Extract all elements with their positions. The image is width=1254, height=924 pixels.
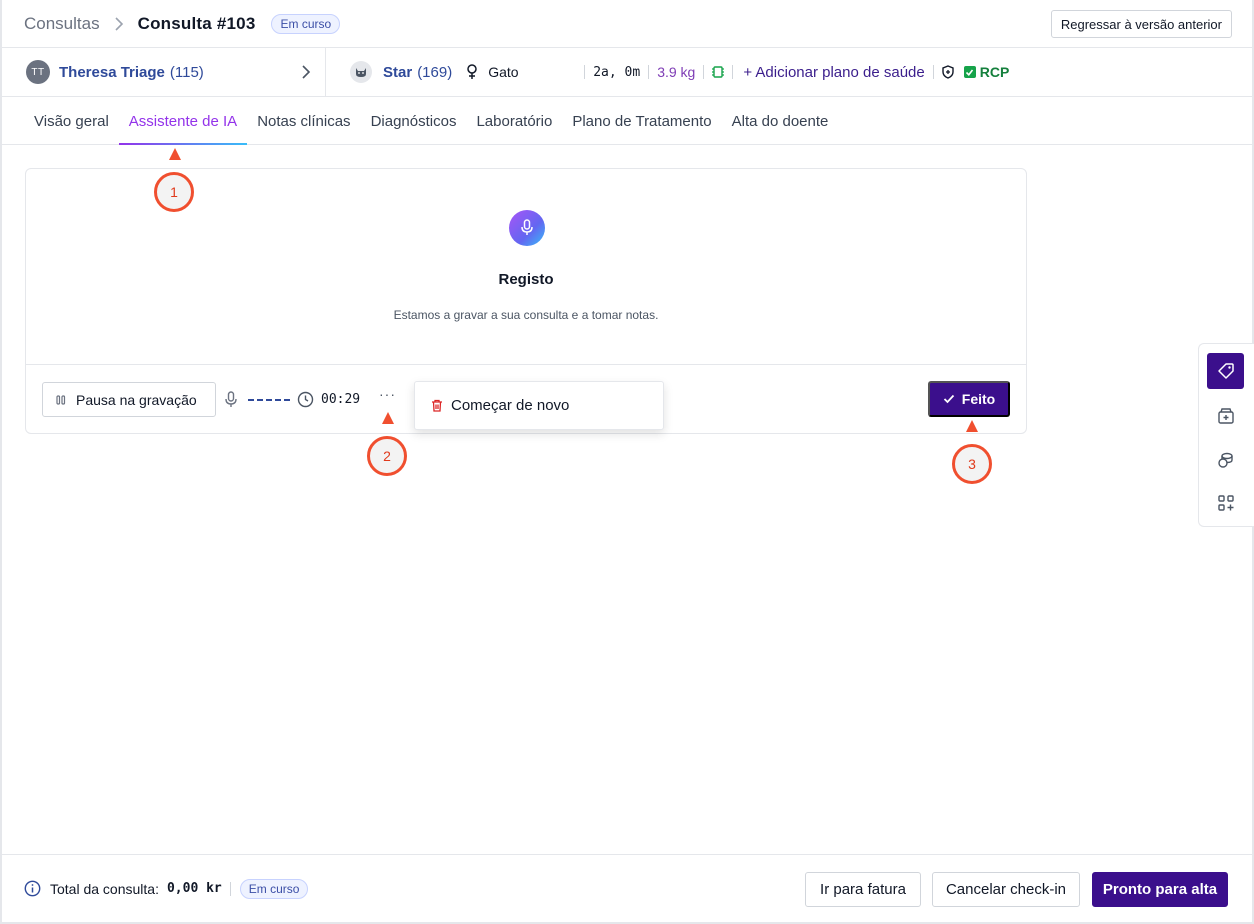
check-icon — [943, 394, 955, 404]
pet-species: Gato — [488, 64, 519, 80]
footer-bar: Total da consulta: 0,00 kr Em curso Ir p… — [2, 854, 1252, 922]
apps-plus-icon[interactable] — [1207, 485, 1244, 521]
divider — [932, 65, 934, 79]
rcp-label[interactable]: RCP — [980, 64, 1010, 80]
breadcrumb-root[interactable]: Consultas — [24, 14, 100, 34]
tab-treatment-plan[interactable]: Plano de Tratamento — [562, 97, 721, 145]
tab-laboratory[interactable]: Laboratório — [466, 97, 562, 145]
microphone-icon — [224, 391, 238, 414]
tab-ai-assistant[interactable]: Assistente de IA — [118, 97, 248, 145]
pause-recording-button[interactable]: Pausa na gravação — [42, 382, 216, 417]
header-bar: Consultas Consulta #103 Em curso Regress… — [2, 0, 1252, 48]
chevron-right-icon — [114, 16, 124, 31]
annotation-marker-2: 2 — [367, 436, 407, 476]
divider — [584, 65, 586, 79]
divider — [229, 881, 231, 896]
check-icon — [963, 66, 976, 78]
revert-version-button[interactable]: Regressar à versão anterior — [1050, 10, 1232, 38]
microphone-icon — [509, 210, 545, 246]
more-options-icon[interactable]: ··· — [379, 386, 396, 402]
coins-icon[interactable] — [1207, 442, 1244, 478]
recording-timer: 00:29 — [321, 392, 361, 407]
ready-for-discharge-button[interactable]: Pronto para alta — [1092, 872, 1228, 907]
patient-bar: TT Theresa Triage (115) Star (169) Gato … — [2, 48, 1252, 97]
page-title: Consulta #103 — [137, 13, 256, 33]
tab-diagnoses[interactable]: Diagnósticos — [361, 97, 467, 145]
archive-plus-icon[interactable] — [1207, 398, 1244, 434]
tab-discharge[interactable]: Alta do doente — [722, 97, 839, 145]
cat-icon — [350, 61, 372, 83]
owner-name[interactable]: Theresa Triage — [59, 64, 165, 81]
avatar: TT — [26, 60, 50, 84]
chevron-right-icon[interactable] — [301, 64, 311, 85]
owner-summary[interactable]: TT Theresa Triage (115) — [2, 48, 326, 96]
info-icon — [24, 880, 41, 897]
add-health-plan-link[interactable]: + Adicionar plano de saúde — [743, 64, 924, 81]
cancel-checkin-button[interactable]: Cancelar check-in — [932, 872, 1080, 907]
pet-age: 2a, 0m — [593, 64, 641, 80]
pet-summary: Star (169) Gato 2a, 0m 3.9 kg + Adiciona… — [326, 61, 1009, 83]
divider — [732, 65, 734, 79]
go-to-invoice-button[interactable]: Ir para fatura — [805, 872, 921, 907]
owner-count: (115) — [169, 63, 204, 81]
clock-icon — [297, 391, 314, 413]
pet-name[interactable]: Star — [383, 64, 412, 81]
annotation-marker-1: 1 — [154, 172, 194, 212]
audio-level-indicator — [248, 399, 290, 401]
restart-menu-item[interactable]: Começar de novo — [414, 381, 664, 430]
microchip-icon[interactable] — [712, 65, 725, 79]
divider — [703, 65, 705, 79]
marker-pointer — [966, 420, 978, 432]
tab-bar: Visão geral Assistente de IA Notas clíni… — [2, 97, 1252, 145]
pause-recording-label: Pausa na gravação — [76, 391, 197, 408]
restart-label: Começar de novo — [451, 397, 570, 414]
marker-pointer — [382, 412, 394, 424]
total-label: Total da consulta: — [50, 880, 159, 897]
recording-subtitle: Estamos a gravar a sua consulta e a toma… — [393, 308, 659, 322]
pet-count: (169) — [417, 63, 453, 81]
tools-rail — [1198, 343, 1254, 527]
marker-pointer — [169, 148, 181, 160]
total-value: 0,00 kr — [166, 881, 222, 896]
tab-overview[interactable]: Visão geral — [24, 97, 119, 145]
status-badge: Em curso — [271, 13, 341, 34]
divider — [648, 65, 650, 79]
pause-icon — [55, 394, 67, 406]
done-button[interactable]: Feito — [928, 381, 1010, 417]
trash-icon — [431, 399, 443, 412]
annotation-marker-3: 3 — [952, 444, 992, 484]
tag-icon[interactable] — [1207, 353, 1244, 389]
tab-clinical-notes[interactable]: Notas clínicas — [247, 97, 360, 145]
done-label: Feito — [961, 391, 996, 407]
shield-icon[interactable] — [942, 65, 954, 79]
status-badge: Em curso — [239, 878, 309, 899]
female-icon — [466, 64, 478, 80]
recording-title: Registo — [498, 271, 554, 288]
pet-weight: 3.9 kg — [657, 64, 696, 80]
